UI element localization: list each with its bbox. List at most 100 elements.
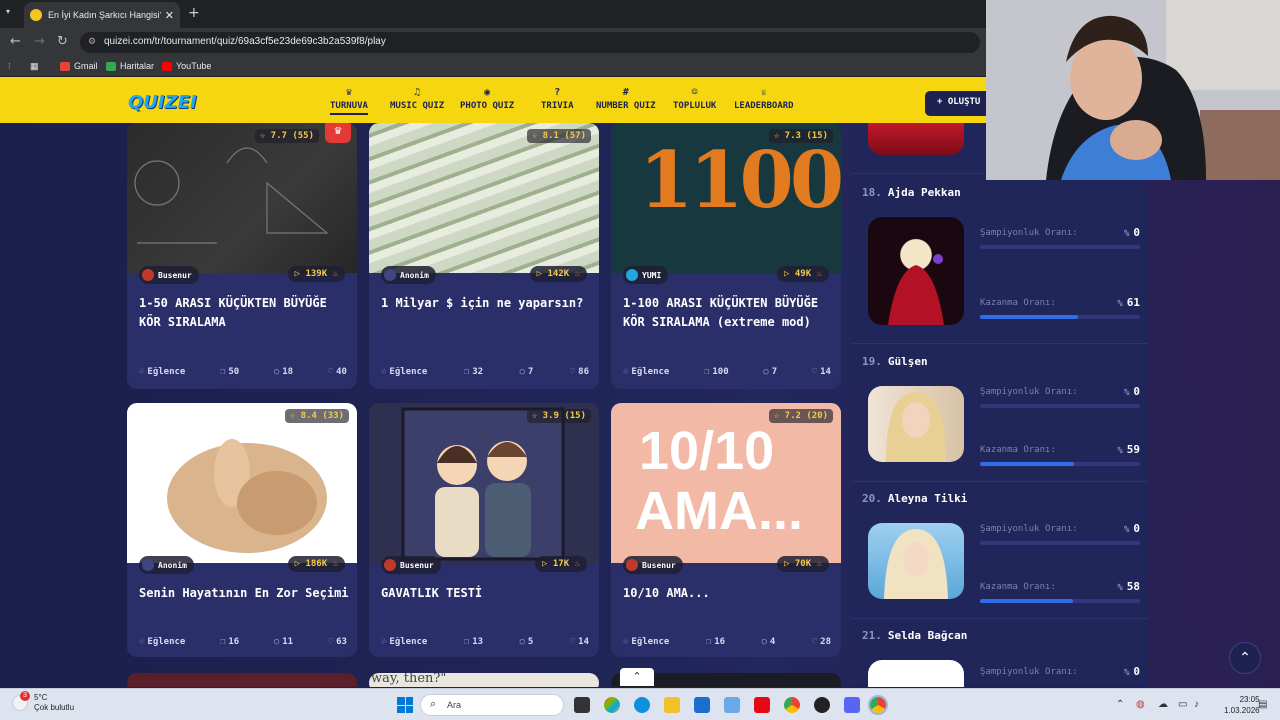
quiz-meta: ♧ Eğlence ❐ 32 ○ 7 ♡ 86: [381, 367, 589, 377]
author-badge[interactable]: Anonim: [139, 556, 194, 574]
quiz-card-partial[interactable]: [127, 673, 357, 687]
bookmark-youtube[interactable]: YouTube: [162, 61, 211, 71]
weather-widget[interactable]: 3 5°C Çok bulutlu: [12, 691, 74, 713]
quiz-card[interactable]: ☆ 8.4 (33) Anonim ▷ 186K ♨ Senin Hayatın…: [127, 403, 357, 657]
rating-badge: ☆ 7.3 (15): [768, 129, 833, 143]
quiz-card-partial[interactable]: way, then?": [369, 673, 599, 687]
quiz-card[interactable]: ☆ 3.9 (15) Busenur ▷ 17K ♨ GAVATLIK TEST…: [369, 403, 599, 657]
quiz-thumbnail: [369, 403, 599, 563]
avatar: [626, 269, 638, 281]
nav-leaderboard[interactable]: ♕ LEADERBOARD: [734, 87, 794, 111]
quiz-card[interactable]: ☆ 8.1 (57) Anonim ▷ 142K ♨ 1 Milyar $ iç…: [369, 123, 599, 389]
netflix-icon[interactable]: [754, 697, 770, 713]
champ-label: Şampiyonluk Oranı:: [980, 524, 1078, 534]
nav-topluluk[interactable]: ☺ TOPLULUK: [673, 87, 716, 111]
like-count: ♡ 86: [569, 367, 589, 377]
nav-number-quiz[interactable]: # NUMBER QUIZ: [596, 87, 656, 111]
pointing-hand-image: [167, 439, 327, 553]
url-field[interactable]: ⚙ quizei.com/tr/tournament/quiz/69a3cf5e…: [80, 32, 980, 53]
heart-icon: ♡: [569, 367, 576, 377]
quiz-title[interactable]: 10/10 AMA...: [623, 584, 833, 603]
edge-icon[interactable]: [634, 697, 650, 713]
rank-image: [868, 386, 964, 462]
close-tab-icon[interactable]: ✕: [165, 9, 174, 22]
windows-start-icon[interactable]: [397, 697, 413, 713]
tray-chevron-icon[interactable]: ⌃: [1116, 699, 1124, 710]
chalkboard-image: [134, 147, 329, 244]
apps-icon[interactable]: ⁝: [8, 61, 11, 72]
quiz-title[interactable]: 1-100 ARASI KÜÇÜKTEN BÜYÜĞE KÖR SIRALAMA…: [623, 294, 833, 332]
author-badge[interactable]: Busenur: [381, 556, 441, 574]
quiz-card[interactable]: 1100 ☆ 7.3 (15) YUMI ▷ 49K ♨ 1-100 ARASI…: [611, 123, 841, 389]
discord-icon[interactable]: [844, 697, 860, 713]
task-view-icon[interactable]: [574, 697, 590, 713]
quiz-title[interactable]: 1 Milyar $ için ne yaparsın?: [381, 294, 591, 313]
comment-count: ○ 11: [273, 637, 294, 647]
taskbar-clock[interactable]: 23:05 1.03.2026: [1224, 694, 1260, 716]
chrome-active-icon[interactable]: [868, 695, 888, 715]
back-icon[interactable]: ←: [10, 34, 21, 49]
champ-label: Şampiyonluk Oranı:: [980, 228, 1078, 238]
site-info-icon[interactable]: ⚙: [88, 36, 96, 47]
author-badge[interactable]: Busenur: [623, 556, 683, 574]
comment-count: ○ 4: [761, 637, 776, 647]
author-badge[interactable]: Anonim: [381, 266, 436, 284]
singer-photo: [884, 529, 948, 599]
quiz-thumbnail: [127, 123, 357, 273]
comment-icon: ○: [273, 367, 280, 377]
rank-name: 19. Gülşen: [862, 355, 928, 368]
chrome-icon[interactable]: [784, 697, 800, 713]
bookmark-maps[interactable]: Haritalar: [106, 61, 154, 71]
divider: [852, 481, 1148, 482]
plays-badge: ▷ 49K ♨: [777, 266, 829, 282]
calculator-icon[interactable]: [724, 697, 740, 713]
github-icon[interactable]: [814, 697, 830, 713]
nav-trivia[interactable]: ? TRIVIA: [541, 87, 574, 111]
champ-value: % 0: [1123, 665, 1140, 678]
browser-tab[interactable]: En İyi Kadın Şarkıcı Hangisi? (H ✕: [24, 2, 180, 28]
new-tab-icon[interactable]: +: [188, 5, 200, 21]
taskbar-search[interactable]: ⌕ Ara: [420, 694, 564, 716]
site-logo[interactable]: QUIZEI: [128, 92, 197, 113]
notifications-icon[interactable]: ▤: [1258, 699, 1267, 710]
author-badge[interactable]: Busenur: [139, 266, 199, 284]
store-icon[interactable]: [694, 697, 710, 713]
file-explorer-icon[interactable]: [664, 697, 680, 713]
quiz-title[interactable]: 1-50 ARASI KÜÇÜKTEN BÜYÜĞE KÖR SIRALAMA: [139, 294, 349, 332]
tray-app-icon[interactable]: ◍: [1136, 699, 1145, 710]
quiz-card[interactable]: 10/10 AMA... ☆ 7.2 (20) Busenur ▷ 70K ♨ …: [611, 403, 841, 657]
quiz-meta: ♧ Eğlence ❐ 100 ○ 7 ♡ 14: [623, 367, 831, 377]
quiz-card[interactable]: ♛ ☆ 7.7 (55) Busenur ▷ 139K ♨ 1-50 ARASI…: [127, 123, 357, 389]
reload-icon[interactable]: ↻: [57, 34, 68, 49]
quiz-title[interactable]: GAVATLIK TESTİ: [381, 584, 591, 603]
grid-icon[interactable]: ▦: [30, 61, 39, 72]
nav-music-quiz[interactable]: ♫ MUSIC QUIZ: [390, 87, 444, 111]
url-text: quizei.com/tr/tournament/quiz/69a3cf5e23…: [104, 36, 386, 47]
tray-cloud-icon[interactable]: ☁: [1158, 699, 1168, 710]
main-content: ♛ ☆ 7.7 (55) Busenur ▷ 139K ♨ 1-50 ARASI…: [0, 123, 1280, 687]
rank-image: [868, 217, 964, 325]
champ-value: % 0: [1123, 385, 1140, 398]
rank-image-17: [868, 123, 964, 155]
volume-icon[interactable]: ♪: [1194, 699, 1199, 710]
thumb-partial-text: way, then?": [371, 673, 447, 686]
tab-search-icon[interactable]: ▾: [6, 7, 10, 16]
crown-icon: ♛: [325, 123, 351, 143]
forward-icon[interactable]: →: [34, 34, 45, 49]
rating-badge: ☆ 7.7 (55): [254, 129, 319, 143]
copilot-icon[interactable]: [604, 697, 620, 713]
expand-chevron-icon[interactable]: ⌃: [620, 668, 654, 686]
stack-icon: ❐: [219, 367, 226, 377]
rank-image: [868, 523, 964, 599]
author-badge[interactable]: YUMI: [623, 266, 669, 284]
scroll-to-top-button[interactable]: ⌃: [1229, 642, 1261, 674]
nav-photo-quiz[interactable]: ◉ PHOTO QUIZ: [460, 87, 514, 111]
quiz-title[interactable]: Senin Hayatının En Zor Seçimi: [139, 584, 349, 603]
singer-photo: [888, 254, 944, 325]
question-count: ❐ 50: [219, 367, 240, 377]
question-count: ❐ 13: [463, 637, 484, 647]
network-icon[interactable]: ▭: [1178, 699, 1187, 710]
gmail-icon: [60, 61, 70, 71]
nav-turnuva[interactable]: ♛ TURNUVA: [330, 87, 368, 115]
bookmark-gmail[interactable]: Gmail: [60, 61, 98, 71]
